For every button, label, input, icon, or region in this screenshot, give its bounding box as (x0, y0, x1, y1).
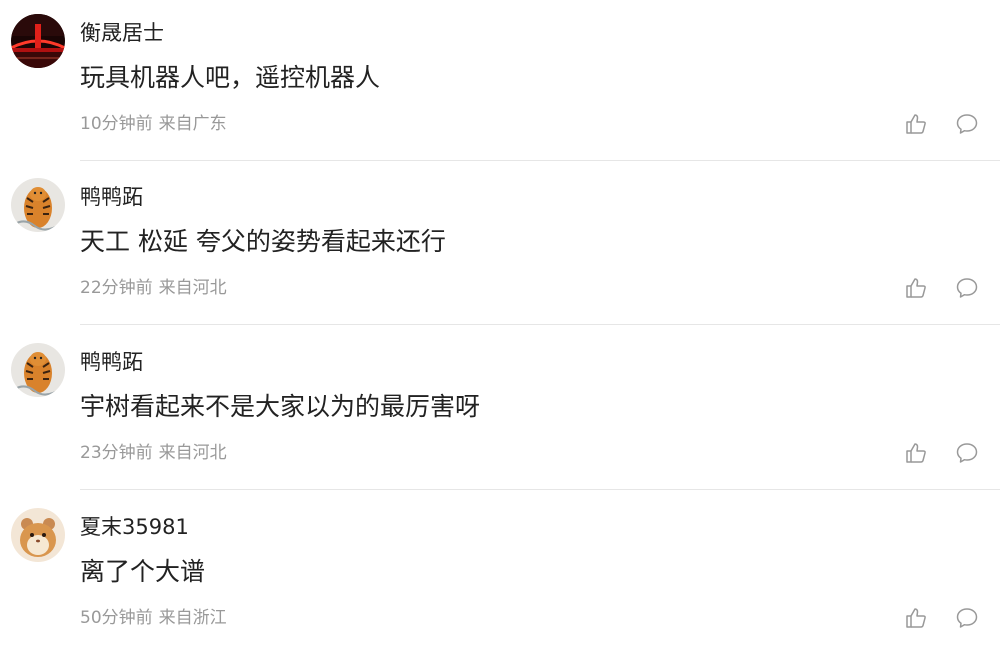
speech-bubble-icon[interactable] (955, 276, 979, 300)
speech-bubble-icon[interactable] (955, 441, 979, 465)
comment-text: 玩具机器人吧，遥控机器人 (80, 63, 381, 92)
comment-item: 衡晟居士 玩具机器人吧，遥控机器人 10分钟前 来自广东 (0, 0, 1000, 164)
thumbs-up-icon[interactable] (904, 606, 928, 630)
thumbs-up-icon[interactable] (904, 276, 928, 300)
divider (80, 160, 1000, 161)
speech-bubble-icon[interactable] (955, 112, 979, 136)
comment-location: 来自河北 (158, 443, 227, 463)
comment-text: 天工 松延 夸父的姿势看起来还行 (80, 227, 446, 256)
comment-meta: 50分钟前 来自浙江 (80, 607, 227, 629)
username[interactable]: 衡晟居士 (80, 20, 164, 46)
comment-location: 来自河北 (158, 278, 227, 298)
comment-meta: 10分钟前 来自广东 (80, 113, 227, 135)
comment-item: 夏末35981 离了个大谱 50分钟前 来自浙江 (0, 494, 1000, 658)
username[interactable]: 夏末35981 (80, 514, 189, 540)
tiger-avatar (11, 178, 65, 232)
comment-text: 宇树看起来不是大家以为的最厉害呀 (80, 392, 481, 421)
thumbs-up-icon[interactable] (904, 441, 928, 465)
username[interactable]: 鸭鸭跖 (80, 349, 143, 375)
comment-text: 离了个大谱 (80, 557, 206, 586)
comment-time: 22分钟前 (80, 278, 153, 298)
comment-location: 来自浙江 (158, 608, 227, 628)
comment-location: 来自广东 (158, 114, 227, 134)
comment-meta: 22分钟前 来自河北 (80, 277, 227, 299)
avatar[interactable] (11, 14, 65, 68)
tiger-avatar (11, 343, 65, 397)
comment-item: 鸭鸭跖 天工 松延 夸父的姿势看起来还行 22分钟前 来自河北 (0, 164, 1000, 328)
avatar[interactable] (11, 343, 65, 397)
divider (80, 324, 1000, 325)
speech-bubble-icon[interactable] (955, 606, 979, 630)
avatar[interactable] (11, 508, 65, 562)
comment-item: 鸭鸭跖 宇树看起来不是大家以为的最厉害呀 23分钟前 来自河北 (0, 329, 1000, 493)
comment-time: 50分钟前 (80, 608, 153, 628)
avatar[interactable] (11, 178, 65, 232)
hamster-avatar (11, 508, 65, 562)
thumbs-up-icon[interactable] (904, 112, 928, 136)
red-bridge-night-avatar (11, 14, 65, 68)
username[interactable]: 鸭鸭跖 (80, 184, 143, 210)
comment-time: 23分钟前 (80, 443, 153, 463)
comment-time: 10分钟前 (80, 114, 153, 134)
comment-meta: 23分钟前 来自河北 (80, 442, 227, 464)
divider (80, 489, 1000, 490)
